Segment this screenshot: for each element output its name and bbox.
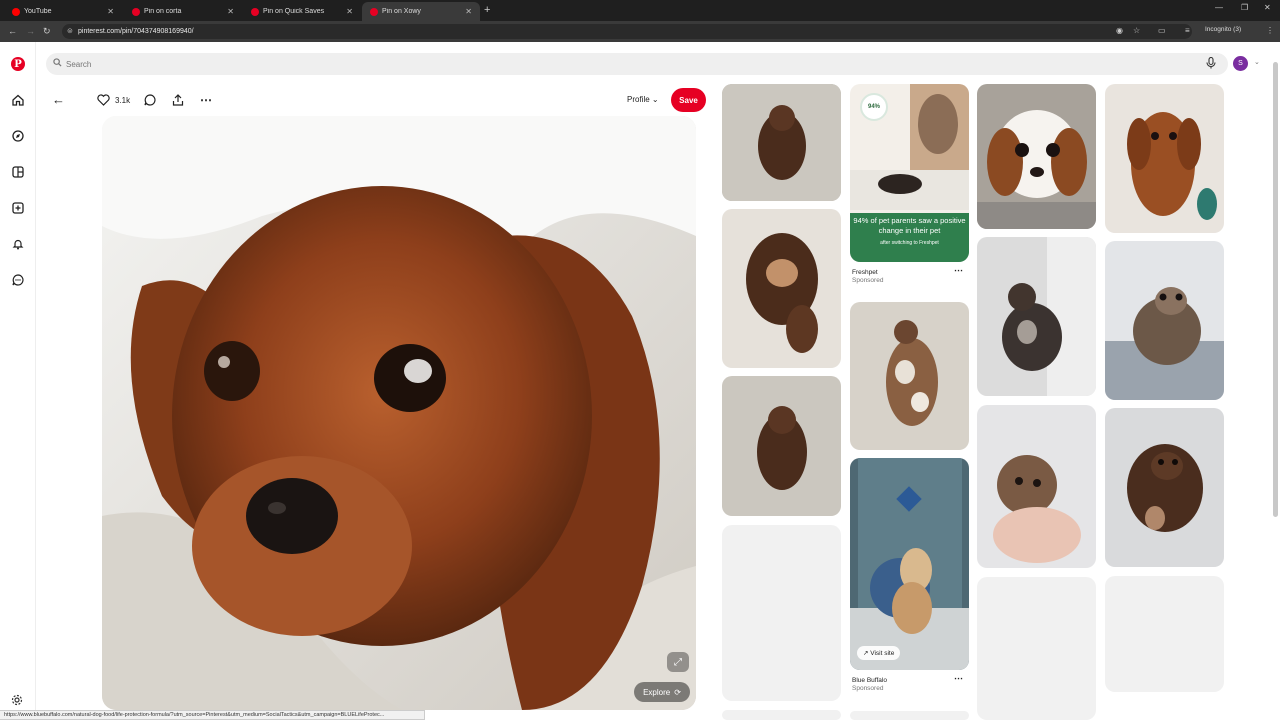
pin-card[interactable] [977,405,1096,568]
new-tab-icon[interactable]: + [484,4,490,16]
tab-youtube[interactable]: YouTube ✕ [4,2,122,21]
url-field[interactable]: ⊜ pinterest.com/pin/704374908169940/ ◉ ☆ [62,24,1192,39]
visit-site-label: Visit site [870,649,895,657]
visit-site-button[interactable]: ↗ Visit site [857,646,901,660]
create-plus-icon[interactable] [11,201,25,215]
pinterest-favicon-icon [132,7,140,16]
search-icon [53,58,62,69]
reload-icon[interactable]: ↻ [43,26,51,37]
external-link-arrow-icon: ↗ [863,650,871,657]
advertiser-name[interactable]: Freshpet [852,269,883,277]
pin-card[interactable] [722,376,841,516]
left-navigation-rail [0,42,36,720]
pin-card[interactable] [1105,408,1224,567]
close-tab-icon[interactable]: ✕ [107,7,114,16]
youtube-favicon-icon [12,7,20,16]
profile-label: Profile [627,95,650,104]
save-button[interactable]: Save [671,88,706,112]
pin-card[interactable] [850,302,969,450]
tab-pin-xowy[interactable]: Pin on Xowy ✕ [362,2,480,21]
site-info-icon[interactable]: ⊜ [67,27,73,35]
extensions-icon[interactable]: ≡ [1185,26,1190,35]
more-options-icon[interactable]: ⋯ [200,92,212,108]
advertiser-name[interactable]: Blue Buffalo [852,677,887,685]
settings-gear-icon[interactable] [11,693,23,711]
pin-card[interactable] [977,84,1096,229]
split-view-icon[interactable]: ▭ [1158,26,1166,35]
pin-loading-placeholder [977,577,1096,720]
comment-button[interactable] [144,92,156,108]
forward-icon[interactable]: → [26,26,35,36]
expand-fullscreen-icon[interactable]: ⤢ [667,652,689,672]
minimize-icon[interactable]: — [1215,3,1223,12]
tab-pin-corta[interactable]: Pin on corta ✕ [124,2,242,21]
tab-title: YouTube [24,8,52,15]
share-button[interactable] [172,92,184,108]
boards-icon[interactable] [11,165,25,179]
freshpet-ad-headline: 94% of pet parents saw a positive change… [850,213,969,261]
pin-card[interactable] [1105,241,1224,400]
close-window-icon[interactable]: ✕ [1264,3,1271,12]
search-bar[interactable]: Search [46,53,1228,75]
pinterest-favicon-icon [370,7,378,16]
tab-title: Pin on corta [144,8,182,15]
address-bar: ← → ↻ ⊜ pinterest.com/pin/70437490816994… [0,21,1280,42]
incognito-indicator[interactable]: Incognito (3) [1205,26,1241,33]
visual-search-icon: ⟳ [674,687,681,697]
pinterest-logo-icon[interactable]: P [11,57,25,71]
pin-main-image[interactable] [102,116,696,710]
pin-card[interactable] [722,209,841,368]
restore-icon[interactable]: ❐ [1241,3,1248,12]
messages-icon[interactable] [11,273,25,287]
scrollbar-thumb[interactable] [1273,62,1278,517]
chevron-down-icon: ⌄ [651,95,659,104]
account-chevron-down-icon[interactable]: ⌄ [1254,58,1260,66]
explore-label: Explore [643,687,671,697]
search-input[interactable]: Search [66,60,91,69]
pin-card[interactable] [722,84,841,201]
close-tab-icon[interactable]: ✕ [227,7,234,16]
blue-buffalo-pin-meta: Blue Buffalo Sponsored [852,677,887,693]
tab-pin-quick-saves[interactable]: Pin on Quick Saves ✕ [243,2,361,21]
close-tab-icon[interactable]: ✕ [465,7,472,16]
pin-loading-placeholder [850,711,969,720]
freshpet-pin-meta: Freshpet Sponsored [852,269,883,285]
tab-title: Pin on Xowy [382,8,421,15]
like-count: 3.1k [115,95,131,105]
explore-visual-search-button[interactable]: Explore ⟳ [634,682,690,702]
pin-more-options-icon[interactable]: ⋯ [954,673,963,684]
pin-more-options-icon[interactable]: ⋯ [954,265,963,276]
tab-title: Pin on Quick Saves [263,8,325,15]
sponsored-label: Sponsored [852,685,884,692]
status-bar-link-preview: https://www.bluebuffalo.com/natural-dog-… [0,710,425,720]
notifications-bell-icon[interactable] [11,237,25,251]
freshpet-ad-subline: after switching to Freshpet [880,240,939,246]
freshpet-percent-badge: 94% [860,93,888,121]
back-arrow-icon[interactable]: ← [52,92,65,107]
explore-compass-icon[interactable] [11,129,25,143]
home-icon[interactable] [11,93,25,107]
sponsored-label: Sponsored [852,277,884,284]
share-icon [172,94,184,106]
browser-menu-icon[interactable]: ⋮ [1266,26,1274,35]
browser-tab-bar: YouTube ✕ Pin on corta ✕ Pin on Quick Sa… [0,0,1280,21]
pin-loading-placeholder [1105,576,1224,692]
close-tab-icon[interactable]: ✕ [346,7,353,16]
board-profile-dropdown[interactable]: Profile ⌄ [627,95,659,104]
pin-loading-placeholder [722,525,841,701]
eye-off-icon[interactable]: ◉ [1116,26,1123,35]
heart-icon [97,94,110,106]
pin-card[interactable] [1105,84,1224,233]
like-button[interactable]: 3.1k [97,92,130,108]
pinterest-favicon-icon [251,7,259,16]
url-text: pinterest.com/pin/704374908169940/ [78,28,194,35]
bookmark-star-icon[interactable]: ☆ [1133,26,1140,35]
avatar[interactable]: S [1233,56,1248,71]
back-icon[interactable]: ← [8,26,17,36]
comment-icon [144,94,156,106]
microphone-icon[interactable] [1206,56,1216,74]
sponsored-pin-blue-buffalo[interactable] [850,458,969,670]
pin-card[interactable] [977,237,1096,396]
pin-loading-placeholder [722,710,841,720]
